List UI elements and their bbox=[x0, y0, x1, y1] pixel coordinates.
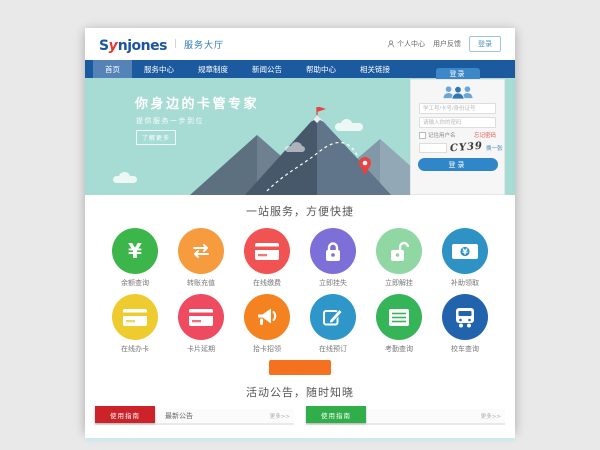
bus-icon bbox=[455, 307, 475, 328]
service-online-payment[interactable]: 在线缴费 bbox=[237, 228, 297, 288]
announcement-panels: 使用指南 最新公告 更多>> 使用指南 更多>> bbox=[85, 409, 515, 425]
cloud-icon bbox=[335, 123, 363, 131]
announcements-section: 活动公告，随时知晓 使用指南 最新公告 更多>> 使用指南 更多>> bbox=[85, 384, 515, 441]
announcement-panel-right: 使用指南 更多>> bbox=[306, 409, 505, 425]
captcha-input[interactable] bbox=[419, 143, 447, 153]
list-icon bbox=[389, 309, 409, 326]
service-online-booking[interactable]: 在线预订 bbox=[303, 294, 363, 354]
remember-row: 记住用户名 忘记密码 bbox=[419, 131, 496, 139]
left-ribbon-tab[interactable]: 使用指南 bbox=[95, 406, 155, 423]
services-row-2: 在线办卡 卡片延期 拾 bbox=[85, 294, 515, 354]
services-title: 一站服务，方便快捷 bbox=[85, 203, 515, 219]
yuan-icon: ¥ bbox=[128, 241, 142, 261]
service-transfer-recharge[interactable]: 转账充值 bbox=[171, 228, 231, 288]
right-ribbon-tab[interactable]: 使用指南 bbox=[306, 406, 366, 423]
login-panel: 登录 记住用户名 忘记密码 bbox=[410, 68, 505, 195]
section-divider bbox=[85, 438, 515, 441]
personal-center-link[interactable]: 个人中心 bbox=[387, 39, 425, 49]
logo-divider: | bbox=[174, 39, 177, 49]
user-feedback-label: 用户反馈 bbox=[433, 39, 461, 49]
service-found-card-claim[interactable]: 拾卡招领 bbox=[237, 294, 297, 354]
right-panel-tabs: 使用指南 更多>> bbox=[306, 409, 505, 425]
logo[interactable]: Synjones | 服务大厅 bbox=[99, 35, 224, 54]
captcha-image: CY39 bbox=[450, 141, 484, 155]
forgot-password-link[interactable]: 忘记密码 bbox=[474, 131, 496, 139]
nav-item-rules[interactable]: 规章制度 bbox=[186, 60, 240, 78]
service-subsidy-collection[interactable]: ¥ 补助领取 bbox=[435, 228, 495, 288]
services-section: 一站服务，方便快捷 ¥ 余额查询 转账充值 bbox=[85, 195, 515, 375]
service-balance-inquiry[interactable]: ¥ 余额查询 bbox=[105, 228, 165, 288]
nav-item-home[interactable]: 首页 bbox=[93, 60, 132, 78]
hero-banner: 你身边的卡管专家 提供服务一步到位 了解更多 登录 bbox=[85, 78, 515, 195]
site-name: 服务大厅 bbox=[184, 38, 224, 51]
more-services-button[interactable]: 更多服务>> bbox=[269, 360, 331, 375]
site-header: Synjones | 服务大厅 个人中心 用户反馈 登录 bbox=[85, 28, 515, 60]
login-submit-button[interactable]: 登录 bbox=[418, 158, 498, 171]
hero-subtitle: 提供服务一步到位 bbox=[136, 116, 204, 126]
left-more-link[interactable]: 更多>> bbox=[270, 412, 294, 420]
nav-item-news[interactable]: 新闻公告 bbox=[240, 60, 294, 78]
right-more-link[interactable]: 更多>> bbox=[481, 412, 505, 420]
hero-title: 你身边的卡管专家 bbox=[135, 93, 259, 112]
nav-item-service-center[interactable]: 服务中心 bbox=[132, 60, 186, 78]
person-icon bbox=[387, 40, 395, 48]
compose-icon bbox=[323, 307, 343, 327]
transfer-arrows-icon bbox=[189, 243, 213, 259]
services-row-1: ¥ 余额查询 转账充值 在线缴费 bbox=[85, 228, 515, 288]
service-school-bus-inquiry[interactable]: 校车查询 bbox=[435, 294, 495, 354]
browser-page: Synjones | 服务大厅 个人中心 用户反馈 登录 首页 服务中心 规章制… bbox=[85, 28, 515, 432]
svg-text:¥: ¥ bbox=[462, 247, 468, 256]
card-icon bbox=[123, 309, 147, 326]
personal-center-label: 个人中心 bbox=[397, 39, 425, 49]
cloud-icon bbox=[113, 176, 137, 183]
cloud-icon bbox=[285, 146, 305, 152]
announcement-panel-left: 使用指南 最新公告 更多>> bbox=[95, 409, 294, 425]
latest-news-tab[interactable]: 最新公告 bbox=[165, 411, 193, 421]
user-feedback-link[interactable]: 用户反馈 bbox=[433, 39, 461, 49]
remember-label: 记住用户名 bbox=[428, 131, 456, 139]
captcha-refresh-link[interactable]: 换一张 bbox=[486, 144, 503, 152]
header-actions: 个人中心 用户反馈 登录 bbox=[387, 36, 501, 52]
header-login-button[interactable]: 登录 bbox=[469, 36, 501, 52]
mountains-illustration bbox=[175, 107, 450, 195]
nav-item-links[interactable]: 相关链接 bbox=[348, 60, 402, 78]
lock-icon bbox=[324, 241, 342, 262]
service-online-card-apply[interactable]: 在线办卡 bbox=[105, 294, 165, 354]
logo-text: Synjones bbox=[99, 35, 167, 54]
login-tab[interactable]: 登录 bbox=[436, 68, 480, 79]
password-input[interactable] bbox=[419, 117, 496, 128]
service-attendance-inquiry[interactable]: 考勤查询 bbox=[369, 294, 429, 354]
captcha-row: CY39 换一张 bbox=[419, 142, 496, 153]
service-unfreeze-card[interactable]: 立即解挂 bbox=[369, 228, 429, 288]
unlock-icon bbox=[389, 241, 409, 262]
nav-item-help-center[interactable]: 帮助中心 bbox=[294, 60, 348, 78]
service-card-extension[interactable]: 卡片延期 bbox=[171, 294, 231, 354]
username-input[interactable] bbox=[419, 103, 496, 114]
users-icon bbox=[441, 84, 475, 100]
announcements-title: 活动公告，随时知晓 bbox=[85, 384, 515, 400]
desktop-background: Synjones | 服务大厅 个人中心 用户反馈 登录 首页 服务中心 规章制… bbox=[0, 0, 600, 450]
hero-cta-button[interactable]: 了解更多 bbox=[136, 130, 176, 145]
service-report-loss[interactable]: 立即挂失 bbox=[303, 228, 363, 288]
credit-card-icon bbox=[255, 243, 279, 260]
login-form: 记住用户名 忘记密码 CY39 换一张 登录 bbox=[410, 79, 505, 195]
card-icon bbox=[189, 309, 213, 326]
megaphone-icon bbox=[255, 307, 279, 327]
banknote-icon: ¥ bbox=[452, 244, 478, 259]
left-panel-tabs: 使用指南 最新公告 更多>> bbox=[95, 409, 294, 425]
remember-checkbox[interactable] bbox=[419, 132, 426, 139]
